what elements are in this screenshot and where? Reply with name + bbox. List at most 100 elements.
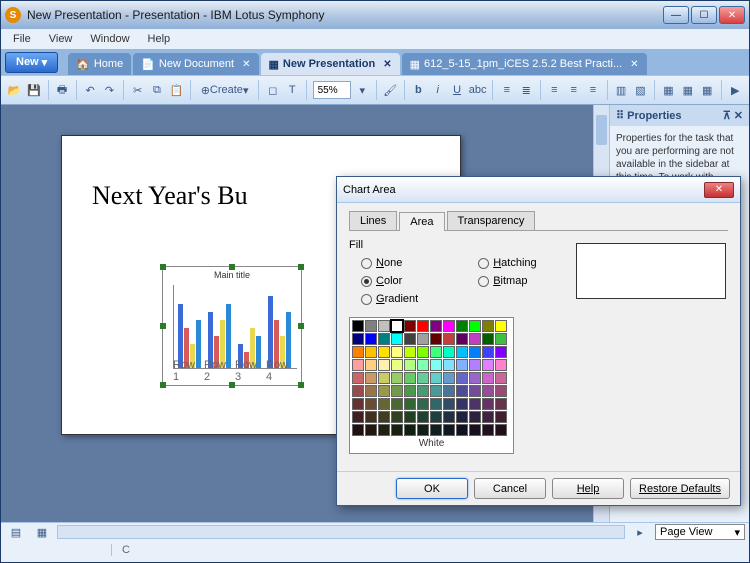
panel-drag-icon[interactable]: ⠿ [616,109,624,122]
zoom-field[interactable]: 55% [313,81,351,99]
radio-bitmap[interactable]: Bitmap [478,275,536,287]
color-swatch[interactable] [469,385,481,397]
color-swatch[interactable] [482,359,494,371]
color-swatch[interactable] [378,359,390,371]
cancel-button[interactable]: Cancel [474,478,546,499]
horizontal-scrollbar[interactable] [57,525,625,539]
menu-window[interactable]: Window [82,31,137,47]
color-swatch[interactable] [391,359,403,371]
radio-color[interactable]: Color [361,275,418,287]
cut-icon[interactable]: ✂ [130,79,145,101]
color-swatch[interactable] [378,333,390,345]
color-swatch[interactable] [456,320,468,332]
color-swatch[interactable] [404,359,416,371]
tab-new-document[interactable]: 📄New Document✕ [133,53,258,75]
radio-hatching[interactable]: Hatching [478,257,536,269]
color-swatch[interactable] [352,411,364,423]
color-swatch[interactable] [430,372,442,384]
dialog-titlebar[interactable]: Chart Area ✕ [337,177,740,203]
color-swatch[interactable] [482,372,494,384]
color-swatch[interactable] [365,333,377,345]
color-swatch[interactable] [404,385,416,397]
paste-icon[interactable]: 📋 [169,79,184,101]
color-swatch[interactable] [430,320,442,332]
color-swatch[interactable] [365,411,377,423]
numbering-icon[interactable]: ≣ [519,79,534,101]
color-swatch[interactable] [443,424,455,436]
color-swatch[interactable] [352,385,364,397]
color-swatch[interactable] [482,424,494,436]
chart-object[interactable]: Main title Row 1Row 2Row 3Row 4 [162,266,302,386]
bullets-icon[interactable]: ≡ [499,79,514,101]
color-swatch[interactable] [352,346,364,358]
color-swatch[interactable] [417,346,429,358]
color-swatch[interactable] [495,385,507,397]
color-swatch[interactable] [469,411,481,423]
color-swatch[interactable] [456,359,468,371]
color-swatch[interactable] [469,320,481,332]
color-swatch[interactable] [365,424,377,436]
color-swatch[interactable] [404,320,416,332]
maximize-button[interactable]: ☐ [691,6,717,24]
print-icon[interactable]: 🖶 [54,79,69,101]
chevron-down-icon[interactable]: ▾ [355,79,370,101]
color-swatch[interactable] [404,398,416,410]
create-menu[interactable]: ⊕ Create ▾ [197,79,253,101]
tab-close-icon[interactable]: ✕ [242,59,250,70]
color-swatch[interactable] [469,372,481,384]
strikethrough-icon[interactable]: abc [469,79,487,101]
text-icon[interactable]: T [285,79,300,101]
color-swatch[interactable] [417,372,429,384]
color-swatch[interactable] [495,398,507,410]
radio-none[interactable]: None [361,257,418,269]
color-swatch[interactable] [443,346,455,358]
color-swatch[interactable] [456,372,468,384]
color-swatch[interactable] [430,385,442,397]
outline-view-icon[interactable]: ▤ [5,521,27,543]
dialog-close-button[interactable]: ✕ [704,182,734,198]
color-swatch[interactable] [456,333,468,345]
copy-icon[interactable]: ⧉ [149,79,164,101]
panel-close-icon[interactable]: ✕ [734,109,743,122]
color-swatch[interactable] [456,398,468,410]
color-swatch[interactable] [404,424,416,436]
save-icon[interactable]: 💾 [26,79,41,101]
color-swatch[interactable] [352,333,364,345]
view-mode-select[interactable]: Page View▾ [655,524,745,540]
color-swatch[interactable] [495,346,507,358]
ok-button[interactable]: OK [396,478,468,499]
color-swatch[interactable] [456,411,468,423]
color-swatch[interactable] [443,372,455,384]
help-button[interactable]: Help [552,478,624,499]
color-swatch[interactable] [469,346,481,358]
color-swatch[interactable] [495,372,507,384]
color-swatch[interactable] [417,359,429,371]
color-swatch[interactable] [469,333,481,345]
scroll-right-icon[interactable]: ▸ [629,521,651,543]
color-swatch[interactable] [391,424,403,436]
color-swatch[interactable] [352,320,364,332]
align-left-icon[interactable]: ≡ [547,79,562,101]
color-swatch[interactable] [482,346,494,358]
redo-icon[interactable]: ↷ [102,79,117,101]
align-right-icon[interactable]: ≡ [585,79,600,101]
layout-icon[interactable]: ▦ [700,79,715,101]
color-swatch[interactable] [391,372,403,384]
color-swatch[interactable] [430,346,442,358]
color-swatch[interactable] [469,424,481,436]
color-swatch[interactable] [365,398,377,410]
color-swatch[interactable] [443,333,455,345]
close-button[interactable]: ✕ [719,6,745,24]
color-swatch[interactable] [404,333,416,345]
color-swatch[interactable] [417,398,429,410]
color-swatch[interactable] [430,411,442,423]
color-swatch[interactable] [365,372,377,384]
color-swatch[interactable] [495,359,507,371]
color-swatch[interactable] [378,398,390,410]
color-swatch[interactable] [378,385,390,397]
color-swatch[interactable] [430,424,442,436]
underline-icon[interactable]: U [449,79,464,101]
radio-gradient[interactable]: Gradient [361,293,418,305]
color-swatch[interactable] [352,359,364,371]
color-swatch[interactable] [378,372,390,384]
